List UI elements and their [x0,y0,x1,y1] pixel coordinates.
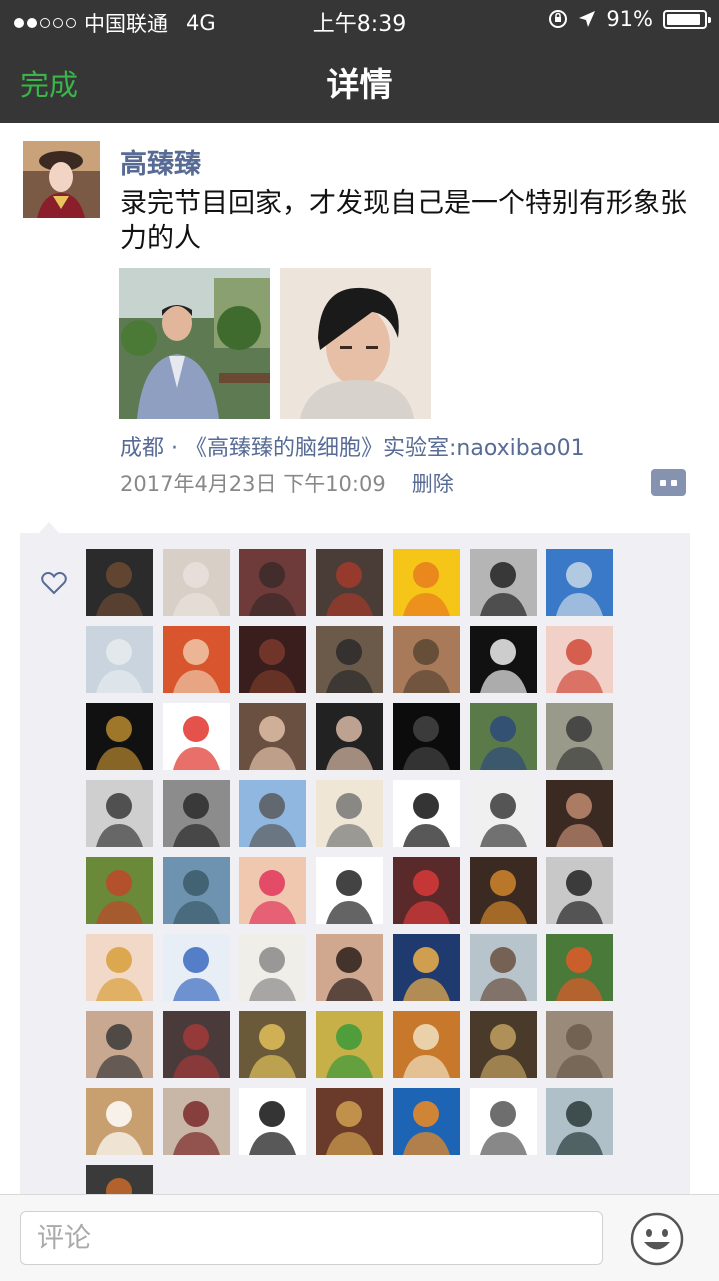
like-avatar[interactable] [546,1088,614,1155]
like-avatar[interactable] [469,549,537,616]
like-avatar[interactable] [469,857,537,924]
like-avatar[interactable] [469,703,537,770]
comment-like-button[interactable] [651,469,686,496]
like-avatar[interactable] [546,1011,614,1078]
delete-link[interactable]: 删除 [412,468,454,498]
like-avatar[interactable] [546,780,614,847]
like-avatar[interactable] [86,1165,153,1195]
like-avatar[interactable] [239,549,307,616]
like-avatar[interactable] [392,626,460,693]
like-avatar[interactable] [469,1088,537,1155]
battery-icon [663,9,711,29]
like-avatar[interactable] [162,1011,230,1078]
comment-bar [0,1194,719,1281]
like-avatar[interactable] [392,549,460,616]
like-avatar[interactable] [162,934,230,1001]
battery-percent: 91% [606,7,653,31]
like-avatar[interactable] [546,857,614,924]
like-avatar[interactable] [316,1011,384,1078]
post-text: 录完节目回家，才发现自己是一个特别有形象张力的人 [120,188,687,254]
like-avatar[interactable] [316,857,384,924]
like-avatar[interactable] [239,1011,307,1078]
like-avatar[interactable] [316,549,384,616]
like-avatar[interactable] [86,934,153,1001]
like-avatar[interactable] [239,780,307,847]
like-avatar[interactable] [469,780,537,847]
like-avatar[interactable] [162,703,230,770]
status-bar: 中国联通 4G 上午8:39 91% [0,0,719,40]
heart-icon [41,571,67,595]
like-avatar[interactable] [316,703,384,770]
like-avatar[interactable] [546,626,614,693]
like-avatar[interactable] [392,857,460,924]
like-avatar[interactable] [392,780,460,847]
like-avatar[interactable] [239,934,307,1001]
smiley-icon[interactable] [630,1212,684,1266]
post-location[interactable]: 成都 · 《高臻臻的脑细胞》实验室:naoxibao01 [120,430,585,462]
like-avatar[interactable] [239,1088,307,1155]
like-avatar[interactable] [86,549,153,616]
author-avatar[interactable] [23,141,100,218]
post-timestamp: 2017年4月23日 下午10:09 [120,472,386,496]
like-avatar[interactable] [469,626,537,693]
like-avatar[interactable] [239,703,307,770]
like-avatar[interactable] [239,857,307,924]
like-avatar[interactable] [162,549,230,616]
author-name[interactable]: 高臻臻 [120,142,201,181]
rotation-lock-icon [549,10,568,28]
like-avatar[interactable] [316,780,384,847]
like-avatar[interactable] [546,549,614,616]
like-avatar[interactable] [162,780,230,847]
page-title: 详情 [326,65,393,104]
like-avatar[interactable] [86,780,153,847]
like-avatar[interactable] [86,626,153,693]
like-avatar[interactable] [162,857,230,924]
like-avatar[interactable] [86,1011,153,1078]
post-photo-1[interactable] [119,268,270,419]
likes-panel [20,533,690,1195]
like-avatar[interactable] [392,703,460,770]
nav-bar: 完成 详情 [0,40,719,123]
like-avatar[interactable] [469,934,537,1001]
like-avatar[interactable] [392,934,460,1001]
like-avatar[interactable] [162,1088,230,1155]
like-avatar[interactable] [546,934,614,1001]
like-avatar[interactable] [546,703,614,770]
like-avatar[interactable] [86,857,153,924]
like-avatar[interactable] [316,1088,384,1155]
location-arrow-icon [579,11,596,27]
post-photo-2[interactable] [280,268,431,419]
like-avatar[interactable] [86,703,153,770]
like-avatar[interactable] [239,626,307,693]
comment-input[interactable] [20,1211,603,1265]
like-avatar[interactable] [469,1011,537,1078]
like-avatar[interactable] [392,1088,460,1155]
like-avatar[interactable] [162,626,230,693]
like-avatar[interactable] [316,626,384,693]
like-avatar[interactable] [316,934,384,1001]
like-avatar[interactable] [86,1088,153,1155]
like-avatar[interactable] [392,1011,460,1078]
